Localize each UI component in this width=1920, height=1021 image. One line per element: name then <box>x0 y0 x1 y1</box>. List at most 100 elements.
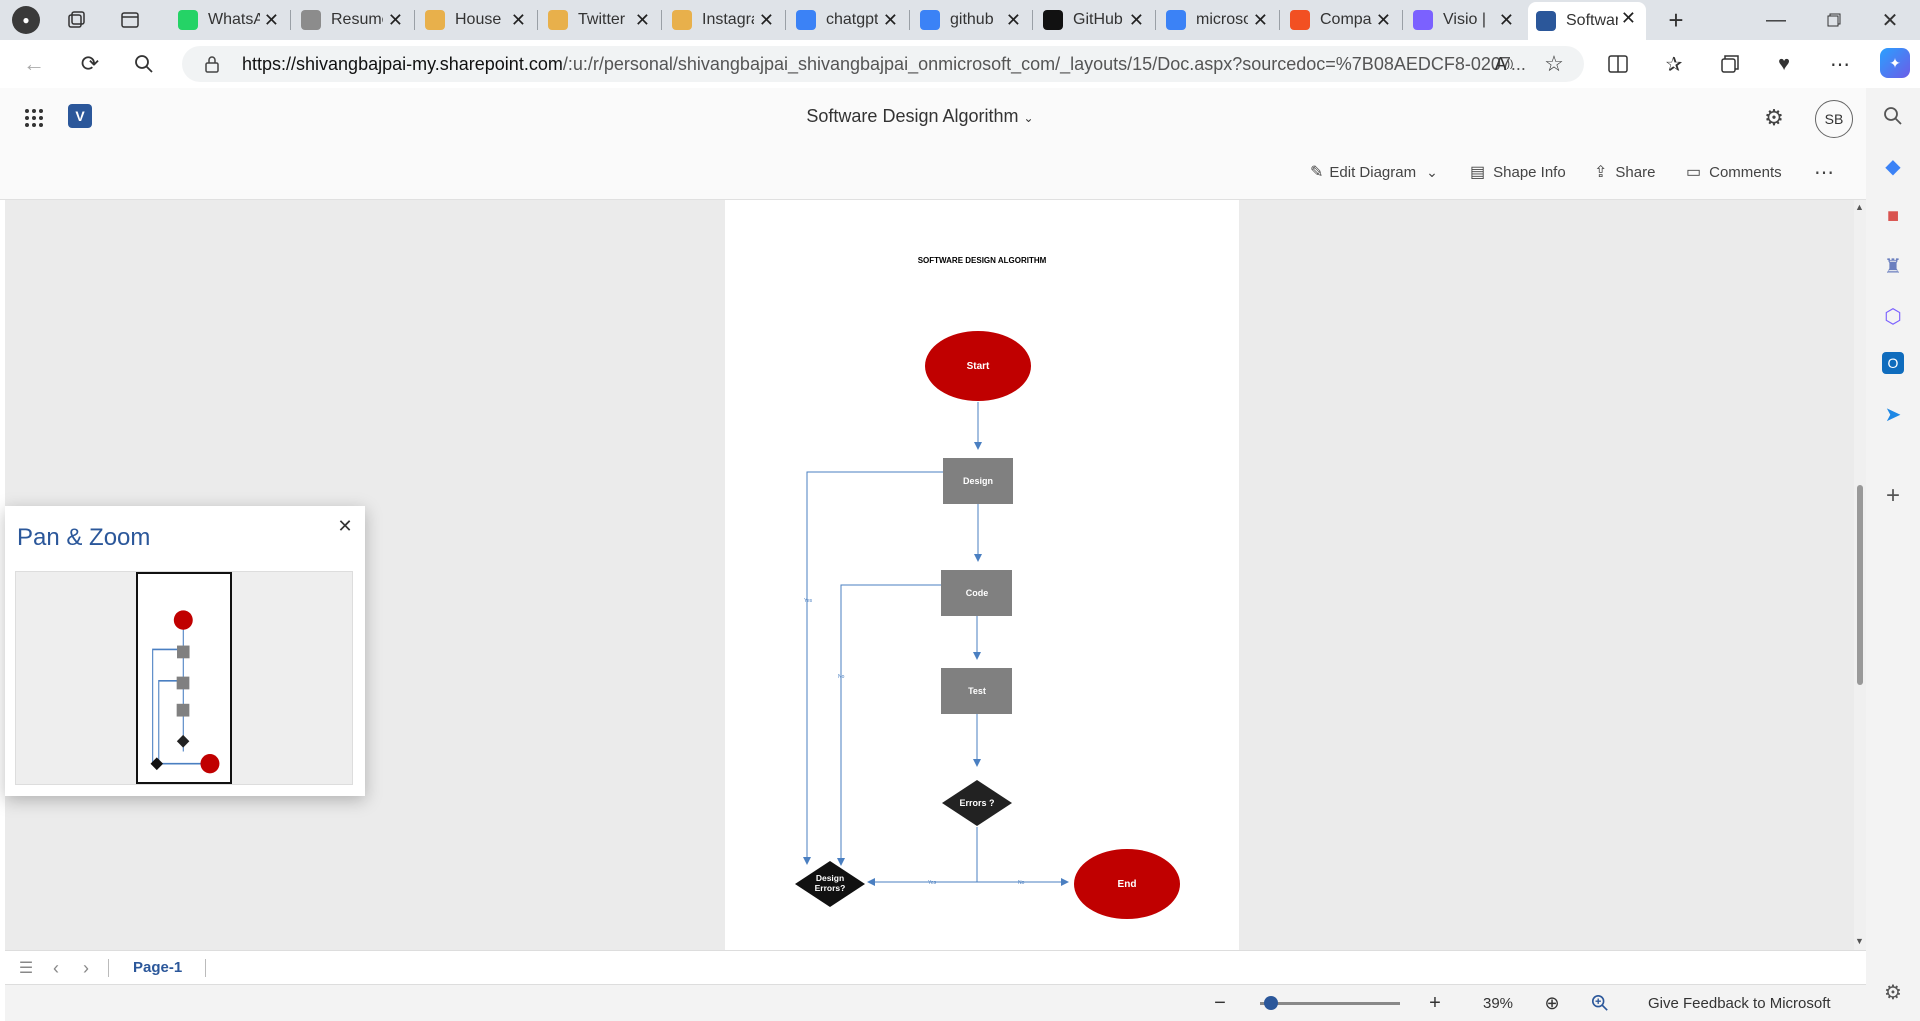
microsoft365-icon[interactable]: ⬡ <box>1879 302 1907 330</box>
edge-label-loop-2: No <box>838 674 845 680</box>
copilot-icon <box>1413 10 1433 30</box>
close-tab-icon[interactable]: ✕ <box>1253 10 1268 31</box>
vertical-scrollbar[interactable]: ▲ ▼ <box>1854 200 1866 950</box>
games-icon[interactable]: ♜ <box>1879 252 1907 280</box>
back-icon[interactable]: ← <box>20 50 48 78</box>
profile-avatar[interactable]: ● <box>12 6 40 34</box>
pan-zoom-thumbnail[interactable] <box>15 571 353 785</box>
diagram-page: SOFTWARE DESIGN ALGORITHM Yes No Yes No <box>725 200 1239 950</box>
comments-button[interactable]: ▭ Comments <box>1686 158 1782 186</box>
zoom-slider-thumb[interactable] <box>1263 996 1278 1010</box>
refresh-icon[interactable]: ⟳ <box>76 50 104 78</box>
browser-tab[interactable]: WhatsApp✕ <box>170 4 289 36</box>
scroll-down-arrow-icon[interactable]: ▼ <box>1855 936 1864 946</box>
zoom-in-button[interactable]: + <box>1423 991 1447 1015</box>
tab-page-1[interactable]: Page-1 <box>133 959 182 976</box>
browser-tab[interactable]: Instagram ✕ <box>664 4 784 36</box>
shopping-tag-icon[interactable]: ◆ <box>1879 152 1907 180</box>
edit-diagram-button[interactable]: ✎ Edit Diagram ⌄ <box>1310 158 1438 186</box>
more-options-icon[interactable]: ⋯ <box>1826 50 1854 78</box>
document-title[interactable]: Software Design Algorithm ⌄ <box>0 106 1840 127</box>
browser-tab[interactable]: House ✕ <box>417 4 536 36</box>
title-chevron-icon: ⌄ <box>1023 111 1034 125</box>
browser-tab[interactable]: Visio | ✕ <box>1405 4 1524 36</box>
url-host: https://shivangbajpai-my.sharepoint.com <box>242 54 563 74</box>
scrollbar-thumb[interactable] <box>1857 485 1863 685</box>
share-icon: ⇪ <box>1594 164 1608 181</box>
browser-tab[interactable]: GitHub ✕ <box>1035 4 1154 36</box>
close-tab-icon[interactable]: ✕ <box>759 10 774 31</box>
scroll-up-arrow-icon[interactable]: ▲ <box>1855 202 1864 212</box>
node-errors-label: Errors ? <box>959 798 994 808</box>
page-tab-bar: ☰ ‹ › Page-1 <box>5 950 1866 984</box>
pan-zoom-viewport[interactable] <box>136 572 232 784</box>
collections-icon[interactable] <box>1716 50 1744 78</box>
read-aloud-icon[interactable]: A)) <box>1490 50 1518 78</box>
browser-essentials-icon[interactable]: ♥ <box>1770 50 1798 78</box>
restore-button[interactable] <box>1820 6 1848 34</box>
close-tab-icon[interactable]: ✕ <box>1499 10 1514 31</box>
close-tab-icon[interactable]: ✕ <box>635 10 650 31</box>
close-tab-icon[interactable]: ✕ <box>388 10 403 31</box>
next-page-icon[interactable]: › <box>75 957 97 979</box>
fit-to-window-icon[interactable]: ⊕ <box>1540 991 1564 1015</box>
browser-tab[interactable]: chatgpt ✕ <box>788 4 908 36</box>
new-tab-button[interactable]: + <box>1662 5 1690 35</box>
connector-design-loop <box>803 471 943 865</box>
edge-label-yes: Yes <box>928 880 937 886</box>
browser-tab[interactable]: microsoft ✕ <box>1158 4 1278 36</box>
browser-tab[interactable]: Resume ✕ <box>293 4 413 36</box>
lock-icon[interactable] <box>200 52 224 76</box>
shape-info-icon: ▤ <box>1470 164 1486 181</box>
feedback-link[interactable]: Give Feedback to Microsoft <box>1648 995 1831 1012</box>
settings-gear-icon[interactable]: ⚙ <box>1760 104 1788 132</box>
url-field[interactable]: https://shivangbajpai-my.sharepoint.com/… <box>182 46 1584 82</box>
close-tab-icon[interactable]: ✕ <box>1129 10 1144 31</box>
favorites-icon[interactable]: ✰ <box>1660 50 1688 78</box>
split-screen-icon[interactable] <box>1604 50 1632 78</box>
browser-tab[interactable]: Company✕ <box>1282 4 1401 36</box>
close-tab-icon[interactable]: ✕ <box>1376 10 1391 31</box>
browser-tab[interactable]: github ✕ <box>912 4 1031 36</box>
url-path: /:u:/r/personal/shivangbajpai_shivangbaj… <box>562 54 1526 74</box>
close-tab-icon[interactable]: ✕ <box>264 10 279 31</box>
favorite-star-icon[interactable]: ☆ <box>1540 50 1568 78</box>
search-icon[interactable] <box>130 50 158 78</box>
zoom-slider[interactable] <box>1260 996 1400 1010</box>
close-tab-icon[interactable]: ✕ <box>511 10 526 31</box>
close-tab-icon[interactable]: ✕ <box>883 10 898 31</box>
tab-separator <box>1279 10 1280 30</box>
visio-app: V Software Design Algorithm ⌄ ⚙ SB ✎ Edi… <box>0 88 1866 1021</box>
node-end-label: End <box>1118 879 1137 890</box>
outlook-icon[interactable]: O <box>1882 352 1904 374</box>
avatar[interactable]: SB <box>1815 100 1853 138</box>
tools-icon[interactable]: ■ <box>1879 202 1907 230</box>
close-icon[interactable]: ✕ <box>333 514 357 538</box>
previous-page-icon[interactable]: ‹ <box>45 957 67 979</box>
minimize-button[interactable]: — <box>1762 6 1790 34</box>
add-sidebar-app-icon[interactable]: + <box>1879 482 1907 510</box>
browser-tab-title: microsoft <box>1196 11 1248 28</box>
sidebar-settings-icon[interactable]: ⚙ <box>1879 978 1907 1006</box>
more-commands-button[interactable]: ⋯ <box>1814 158 1834 186</box>
page-list-icon[interactable]: ☰ <box>15 957 37 979</box>
pan-zoom-icon[interactable] <box>1588 991 1612 1015</box>
browser-tab-bar: ● WhatsApp✕Resume✕House✕Twitter✕Instagra… <box>0 0 1920 40</box>
share-button[interactable]: ⇪ Share <box>1594 158 1655 186</box>
zoom-out-button[interactable]: − <box>1208 991 1232 1015</box>
browser-tab[interactable]: Software✕ <box>1528 2 1646 40</box>
copilot-icon[interactable]: ✦ <box>1880 48 1910 78</box>
node-code-label: Code <box>966 588 989 598</box>
tab-actions-icon[interactable] <box>118 8 142 32</box>
workspaces-icon[interactable] <box>64 8 88 32</box>
close-window-button[interactable]: ✕ <box>1876 6 1904 34</box>
zoom-level[interactable]: 39% <box>1483 995 1513 1012</box>
search-icon <box>920 10 940 30</box>
send-icon[interactable]: ➤ <box>1879 400 1907 428</box>
close-tab-icon[interactable]: ✕ <box>1621 8 1636 29</box>
copilot-icon <box>425 10 445 30</box>
shape-info-button[interactable]: ▤ Shape Info <box>1470 158 1566 186</box>
sidebar-search-icon[interactable] <box>1879 102 1907 130</box>
browser-tab[interactable]: Twitter ✕ <box>540 4 660 36</box>
close-tab-icon[interactable]: ✕ <box>1006 10 1021 31</box>
